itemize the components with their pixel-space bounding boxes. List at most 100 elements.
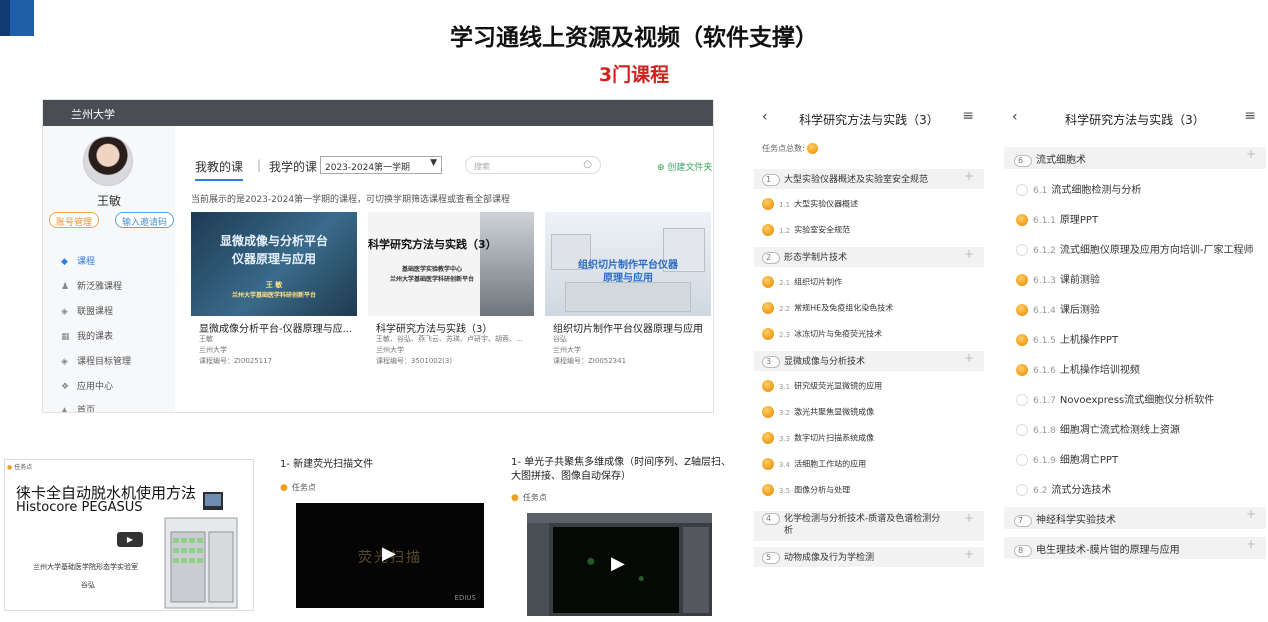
- section-row[interactable]: 2.2 常规HE及免疫组化染色技术: [754, 299, 984, 319]
- tab-my-teaching[interactable]: 我教的课: [195, 158, 244, 181]
- lms-main: 我教的课 | 我学的课 2023-2024第一学期 ▼ 搜索 ○ ⊕ 创建文件夹 当…: [175, 126, 713, 412]
- chapter-row[interactable]: 3 显微成像与分析技术 +: [754, 351, 984, 371]
- chapter-row[interactable]: 6 流式细胞术 +: [1004, 147, 1266, 169]
- section-row[interactable]: 6.1.7 Novoexpress流式细胞仪分析软件: [1004, 387, 1266, 409]
- expand-icon[interactable]: +: [964, 547, 974, 561]
- sidebar-item-alliance[interactable]: ◈ 联盟课程: [61, 304, 113, 317]
- row-label: Novoexpress流式细胞仪分析软件: [1059, 395, 1215, 406]
- section-row[interactable]: 6.1.6 上机操作培训视频: [1004, 357, 1266, 379]
- avatar[interactable]: [83, 136, 133, 186]
- row-label: 上机操作培训视频: [1059, 365, 1140, 376]
- sidebar-item-courses[interactable]: ◆ 课程: [61, 254, 95, 267]
- section-number: 6.1.1: [1033, 216, 1056, 226]
- video-player-fluorescence[interactable]: 荧光扫描 ▶ EDIUS: [296, 503, 484, 608]
- target-icon: ◈: [61, 357, 68, 367]
- section-number: 3.4: [779, 460, 791, 469]
- section-number: 2.2: [779, 304, 791, 313]
- expand-icon[interactable]: +: [964, 169, 974, 183]
- software-toolbar: [527, 513, 712, 523]
- section-row[interactable]: 1.1 大型实验仪器概述: [754, 195, 984, 215]
- section-row[interactable]: 6.2 流式分选技术: [1004, 477, 1266, 499]
- chapter-row[interactable]: 4 化学检测与分析技术-质谱及色谱检测分析 +: [754, 511, 984, 541]
- section-row[interactable]: 3.3 数字切片扫描系统成像: [754, 429, 984, 449]
- section-row[interactable]: 6.1.3 课前测验: [1004, 267, 1266, 289]
- play-icon[interactable]: ▶: [382, 543, 396, 564]
- row-label: 原理PPT: [1059, 215, 1099, 226]
- section-number: 6.1.5: [1033, 336, 1056, 346]
- expand-icon[interactable]: +: [1246, 507, 1256, 521]
- section-number: 6.1: [1033, 186, 1048, 196]
- section-row[interactable]: 2.1 组织切片制作: [754, 273, 984, 293]
- sidebar-item-goals[interactable]: ◈ 课程目标管理: [61, 354, 131, 367]
- user-icon: ♟: [61, 282, 70, 292]
- tissue-processor-image: [164, 492, 238, 609]
- create-folder-button[interactable]: ⊕ 创建文件夹: [657, 160, 712, 173]
- term-select[interactable]: 2023-2024第一学期 ▼: [320, 156, 442, 174]
- row-label: 神经科学实验技术: [1036, 515, 1116, 526]
- section-row[interactable]: 6.1.8 细胞凋亡流式检测线上资源: [1004, 417, 1266, 439]
- expand-icon[interactable]: +: [964, 511, 974, 525]
- lms-course-dashboard: 兰州大学 王敏 账号管理 输入邀请码 ◆ 课程 ♟ 新泛雅课程 ◈ 联盟课程 ▦ 我的课…: [42, 99, 714, 413]
- course-cover: 科学研究方法与实践（3） 基础医学实验教学中心 兰州大学基础医学科研创新平台: [368, 212, 534, 316]
- course-card[interactable]: 组织切片制作平台仪器 原理与应用 组织切片制作平台仪器原理与应用 谷弘 兰州大学…: [545, 212, 711, 404]
- sidebar-item-schedule[interactable]: ▦ 我的课表: [61, 329, 113, 342]
- invite-code-button[interactable]: 输入邀请码: [115, 212, 175, 228]
- home-icon: ▲: [61, 406, 68, 413]
- section-row[interactable]: 3.4 活细胞工作站的应用: [754, 455, 984, 475]
- row-label: 课前测验: [1059, 275, 1100, 286]
- section-row[interactable]: 3.5 图像分析与处理: [754, 481, 984, 501]
- menu-icon[interactable]: ≡: [1244, 108, 1256, 124]
- section-row[interactable]: 6.1.5 上机操作PPT: [1004, 327, 1266, 349]
- section-row[interactable]: 2.3 冰冻切片与免疫荧光技术: [754, 325, 984, 345]
- expand-icon[interactable]: +: [964, 247, 974, 261]
- video-slide-pegasus[interactable]: 任务点 徕卡全自动脱水机使用方法 Histocore PEGASUS ▶ 兰州大…: [4, 459, 254, 611]
- chapter-row[interactable]: 5 动物成像及行为学检测 +: [754, 547, 984, 567]
- video-title: 1- 单光子共聚焦多维成像（时间序列、Z轴层扫、大图拼接、图像自动保存）: [511, 457, 731, 482]
- section-row[interactable]: 6.1.4 课后测验: [1004, 297, 1266, 319]
- play-icon[interactable]: ▶: [117, 532, 143, 547]
- section-number: 6.1.9: [1033, 456, 1056, 466]
- expand-icon[interactable]: +: [1246, 147, 1256, 161]
- chapter-number: 4: [762, 513, 780, 525]
- sidebar-item-home[interactable]: ▲ 首页: [61, 403, 95, 413]
- expand-icon[interactable]: +: [964, 351, 974, 365]
- tab-my-learning[interactable]: 我学的课: [269, 158, 317, 175]
- section-number: 6.1.6: [1033, 366, 1056, 376]
- play-icon[interactable]: ▶: [611, 553, 625, 574]
- row-label: 显微成像与分析技术: [784, 357, 866, 367]
- sidebar-item-new-courses[interactable]: ♟ 新泛雅课程: [61, 279, 122, 292]
- search-input[interactable]: 搜索 ○: [465, 156, 601, 174]
- task-complete-icon: [762, 302, 774, 314]
- section-number: 1.1: [779, 200, 791, 209]
- section-number: 3.1: [779, 382, 791, 391]
- section-row[interactable]: 6.1.1 原理PPT: [1004, 207, 1266, 229]
- section-row[interactable]: 6.1.9 细胞凋亡PPT: [1004, 447, 1266, 469]
- account-manage-button[interactable]: 账号管理: [49, 212, 100, 228]
- software-side-panel: [527, 523, 549, 616]
- task-point-label: 任务点: [511, 492, 547, 503]
- course-card[interactable]: 科学研究方法与实践（3） 基础医学实验教学中心 兰州大学基础医学科研创新平台 科…: [368, 212, 534, 404]
- chapter-row[interactable]: 1 大型实验仪器概述及实验室安全规范 +: [754, 169, 984, 189]
- chapter-row[interactable]: 7 神经科学实验技术 +: [1004, 507, 1266, 529]
- row-label: 大型实验仪器概述: [794, 199, 859, 209]
- chapter-row[interactable]: 2 形态学制片技术 +: [754, 247, 984, 267]
- section-row[interactable]: 6.1 流式细胞检测与分析: [1004, 177, 1266, 199]
- row-label: 细胞凋亡流式检测线上资源: [1059, 425, 1180, 436]
- video-player-confocal[interactable]: ▶: [527, 513, 712, 616]
- course-card[interactable]: 显微成像与分析平台 仪器原理与应用 王 敏 兰州大学基础医学科研创新平台 显微成…: [191, 212, 357, 404]
- section-row[interactable]: 3.2 激光共聚焦显微镜成像: [754, 403, 984, 423]
- row-label: 激光共聚焦显微镜成像: [794, 407, 875, 417]
- section-row[interactable]: 6.1.2 流式细胞仪原理及应用方向培训-厂家工程师: [1004, 237, 1266, 259]
- course-icon: ◆: [61, 257, 68, 267]
- task-complete-icon: [1016, 274, 1028, 286]
- row-label: 流式细胞检测与分析: [1051, 185, 1142, 196]
- software-right-panel: [683, 527, 709, 613]
- mobile-header: ‹ 科学研究方法与实践（3） ≡: [762, 108, 974, 127]
- chapter-row[interactable]: 8 电生理技术-膜片钳的原理与应用 +: [1004, 537, 1266, 559]
- sidebar-item-apps[interactable]: ❖ 应用中心: [61, 379, 113, 392]
- expand-icon[interactable]: +: [1246, 537, 1256, 551]
- section-row[interactable]: 3.1 研究级荧光显微镜的应用: [754, 377, 984, 397]
- apps-icon: ❖: [61, 382, 70, 392]
- menu-icon[interactable]: ≡: [962, 108, 974, 124]
- section-row[interactable]: 1.2 实验室安全规范: [754, 221, 984, 241]
